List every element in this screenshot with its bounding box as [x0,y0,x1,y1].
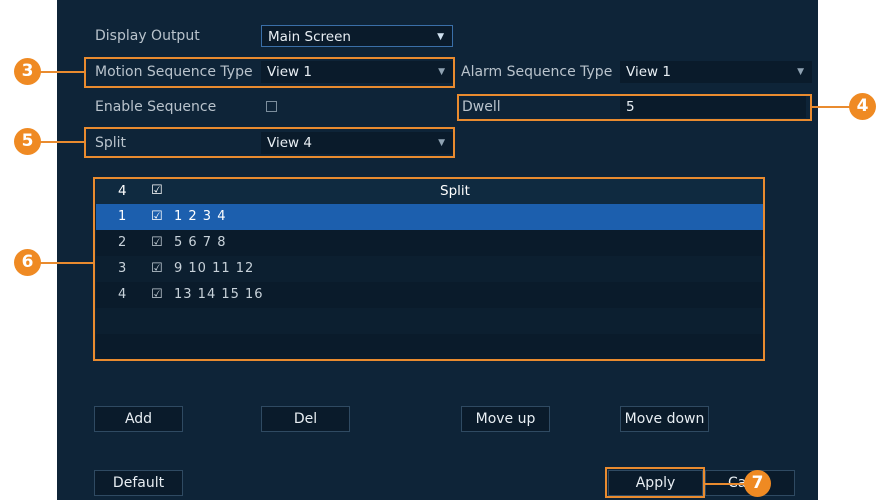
callout-7-leader [704,483,748,485]
alarm-sequence-type-label: Alarm Sequence Type [461,64,613,80]
highlight-dwell [457,94,812,121]
move-down-button[interactable]: Move down [620,406,709,432]
callout-6-leader [38,262,94,264]
add-button[interactable]: Add [94,406,183,432]
callout-5-leader [38,141,85,143]
enable-sequence-label: Enable Sequence [95,99,217,115]
callout-5-badge: 5 [14,128,41,155]
move-up-button[interactable]: Move up [461,406,550,432]
chevron-down-icon: ▼ [797,67,804,77]
callout-7-badge: 7 [744,470,771,497]
default-button[interactable]: Default [94,470,183,496]
alarm-sequence-type-select[interactable]: View 1 ▼ [620,61,812,83]
del-button[interactable]: Del [261,406,350,432]
callout-3-leader [38,71,85,73]
alarm-sequence-type-value: View 1 [626,64,671,80]
callout-3-badge: 3 [14,58,41,85]
display-output-select[interactable]: Main Screen ▼ [261,25,453,47]
callout-4-badge: 4 [849,93,876,120]
display-output-label: Display Output [95,28,200,44]
highlight-motion-sequence [84,57,455,88]
callout-4-leader [811,106,851,108]
highlight-table [93,177,765,361]
chevron-down-icon: ▼ [437,32,444,42]
display-output-value: Main Screen [268,29,351,45]
callout-6-badge: 6 [14,249,41,276]
highlight-split [84,127,455,158]
enable-sequence-checkbox[interactable] [266,101,277,112]
highlight-apply [605,467,705,498]
